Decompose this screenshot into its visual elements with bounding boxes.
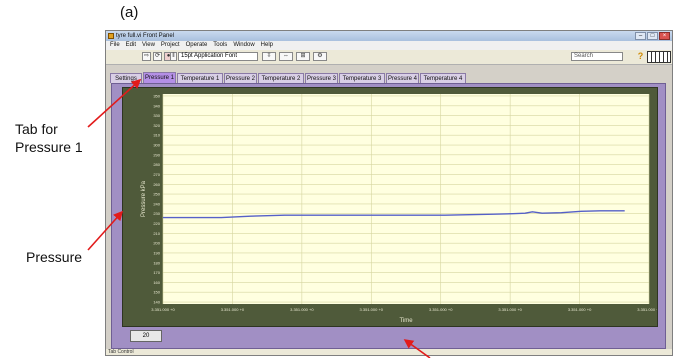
tab-annotation-arrow: [87, 78, 142, 128]
pressure-annotation-arrow: [87, 210, 124, 251]
annotation-arrows: [87, 78, 431, 358]
time-annotation-arrow: [403, 339, 431, 358]
